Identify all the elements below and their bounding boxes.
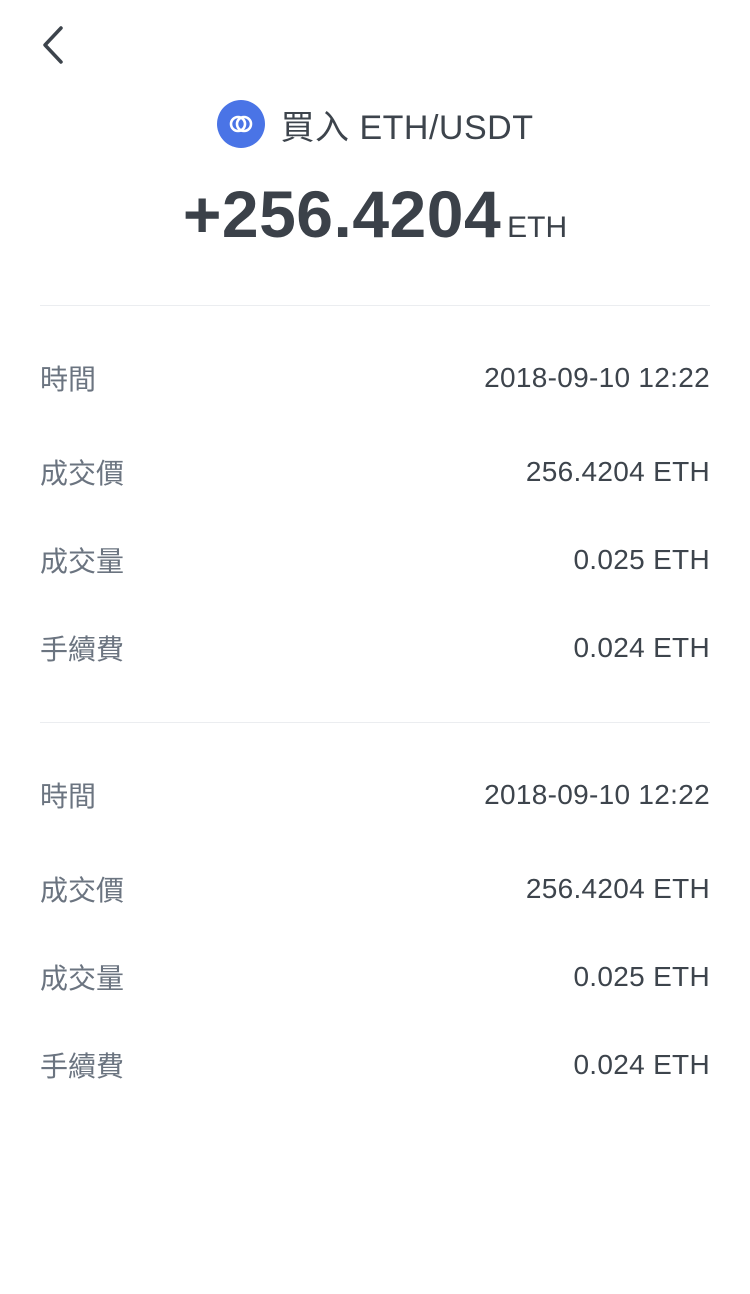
detail-value: 0.025 ETH [573, 544, 710, 575]
detail-label: 成交價 [40, 875, 125, 906]
chevron-left-icon [43, 26, 63, 64]
amount-display: +256.4204 ETH [0, 176, 750, 252]
page-title: 買入 ETH/USDT [280, 108, 534, 147]
detail-label: 成交量 [40, 546, 125, 577]
section-divider [40, 722, 710, 723]
detail-row-fee: 手續費 0.024 ETH [40, 1040, 710, 1090]
detail-row-fee: 手續費 0.024 ETH [40, 623, 710, 673]
link-rings-icon [216, 100, 265, 148]
detail-row-volume: 成交量 0.025 ETH [40, 952, 710, 1002]
detail-row-time: 時間 2018-09-10 12:22 [40, 770, 710, 820]
detail-label: 手續費 [40, 634, 125, 665]
detail-row-time: 時間 2018-09-10 12:22 [40, 353, 710, 403]
page-header: 買入 ETH/USDT [0, 96, 750, 152]
detail-label: 手續費 [40, 1051, 125, 1082]
detail-value: 2018-09-10 12:22 [484, 362, 710, 393]
detail-value: 256.4204 ETH [525, 456, 710, 487]
detail-row-volume: 成交量 0.025 ETH [40, 535, 710, 585]
amount-value: +256.4204 [182, 177, 502, 251]
detail-label: 時間 [40, 364, 97, 395]
detail-label: 成交量 [40, 963, 125, 994]
detail-value: 0.025 ETH [573, 961, 710, 992]
detail-value: 2018-09-10 12:22 [484, 779, 710, 810]
detail-row-price: 成交價 256.4204 ETH [40, 864, 710, 914]
detail-value: 0.024 ETH [573, 1049, 710, 1080]
section-divider [40, 305, 710, 306]
back-button[interactable] [28, 20, 78, 70]
amount-unit: ETH [507, 211, 568, 244]
detail-label: 成交價 [40, 458, 125, 489]
detail-label: 時間 [40, 781, 97, 812]
detail-value: 256.4204 ETH [525, 873, 710, 904]
detail-row-price: 成交價 256.4204 ETH [40, 447, 710, 497]
detail-value: 0.024 ETH [573, 632, 710, 663]
